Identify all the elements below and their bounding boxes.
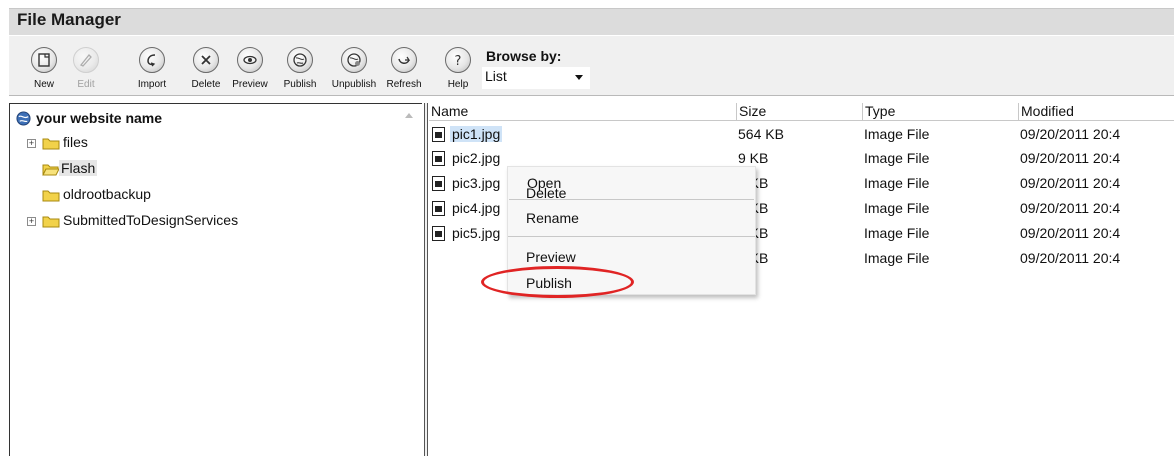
menu-separator [508, 236, 755, 237]
file-modified: 09/20/2011 20:4 [1020, 175, 1121, 191]
open-folder-icon [42, 162, 60, 176]
expand-plus-icon[interactable]: + [27, 217, 36, 226]
import-button[interactable]: Import [130, 45, 174, 91]
file-name: pic3.jpg [452, 175, 501, 191]
import-icon [139, 47, 165, 73]
browse-by-select[interactable]: List [482, 67, 590, 89]
file-row[interactable]: pic1.jpg 564 KB Image File 09/20/2011 20… [430, 124, 1174, 146]
image-file-icon [432, 127, 445, 142]
context-menu-preview[interactable]: Preview [526, 249, 576, 265]
help-icon: ? [445, 47, 471, 73]
file-name: pic2.jpg [452, 150, 501, 166]
panel-splitter[interactable] [424, 103, 428, 456]
globe-icon [287, 47, 313, 73]
tree-item-label: oldrootbackup [63, 186, 151, 202]
image-file-icon [432, 201, 445, 216]
folder-icon [42, 214, 60, 228]
column-header-modified[interactable]: Modified [1018, 103, 1174, 120]
image-file-icon [432, 176, 445, 191]
eye-icon [237, 47, 263, 73]
svg-text:?: ? [455, 54, 462, 68]
edit-label: Edit [77, 79, 95, 90]
preview-button[interactable]: Preview [228, 45, 272, 91]
image-file-icon [432, 226, 445, 241]
expand-plus-icon[interactable]: + [27, 139, 36, 148]
column-header-size[interactable]: Size [736, 103, 862, 120]
file-name: pic5.jpg [452, 225, 501, 241]
title-bar [9, 8, 1174, 35]
help-label: Help [447, 79, 469, 90]
file-name: pic1.jpg [450, 126, 503, 142]
file-size: 564 KB [738, 126, 784, 142]
column-header-type[interactable]: Type [862, 103, 1018, 120]
file-type: Image File [864, 150, 930, 166]
unpublish-button[interactable]: Unpublish [332, 45, 376, 91]
file-type: Image File [864, 200, 930, 216]
pencil-icon [73, 47, 99, 73]
folder-tree-panel [9, 103, 422, 456]
website-globe-icon [16, 111, 31, 126]
column-header-name[interactable]: Name [429, 103, 736, 120]
file-modified: 09/20/2011 20:4 [1020, 225, 1121, 241]
globe-unpublish-icon [341, 47, 367, 73]
refresh-button[interactable]: Refresh [382, 45, 426, 91]
file-size: 9 KB [738, 150, 769, 166]
file-modified: 09/20/2011 20:4 [1020, 250, 1121, 266]
file-type: Image File [864, 225, 930, 241]
folder-icon [42, 136, 60, 150]
help-button[interactable]: ? Help [436, 45, 480, 91]
window-title: File Manager [17, 10, 121, 29]
file-modified: 09/20/2011 20:4 [1020, 150, 1121, 166]
browse-by-label: Browse by: [486, 48, 562, 64]
context-menu-delete[interactable]: Delete [526, 185, 566, 201]
file-modified: 09/20/2011 20:4 [1020, 126, 1121, 142]
file-type: Image File [864, 175, 930, 191]
publish-button[interactable]: Publish [278, 45, 322, 91]
tree-scrollbar[interactable] [397, 104, 419, 456]
tree-item-label: Flash [59, 160, 98, 176]
tree-item-label: SubmittedToDesignServices [63, 212, 239, 228]
delete-x-icon [193, 47, 219, 73]
file-name: pic4.jpg [452, 200, 501, 216]
refresh-icon [391, 47, 417, 73]
file-modified: 09/20/2011 20:4 [1020, 200, 1121, 216]
image-file-icon [432, 151, 445, 166]
context-menu-rename[interactable]: Rename [526, 210, 579, 226]
file-type: Image File [864, 126, 930, 142]
publish-highlight-ellipse [481, 266, 634, 298]
tree-root-label: your website name [36, 110, 163, 126]
new-file-icon [31, 47, 57, 73]
browse-by-value: List [485, 68, 507, 84]
edit-button[interactable]: Edit [64, 45, 108, 91]
tree-item-label: files [63, 134, 88, 150]
scroll-up-arrow-icon[interactable] [405, 113, 413, 118]
file-type: Image File [864, 250, 930, 266]
folder-icon [42, 188, 60, 202]
chevron-down-icon [575, 75, 583, 80]
